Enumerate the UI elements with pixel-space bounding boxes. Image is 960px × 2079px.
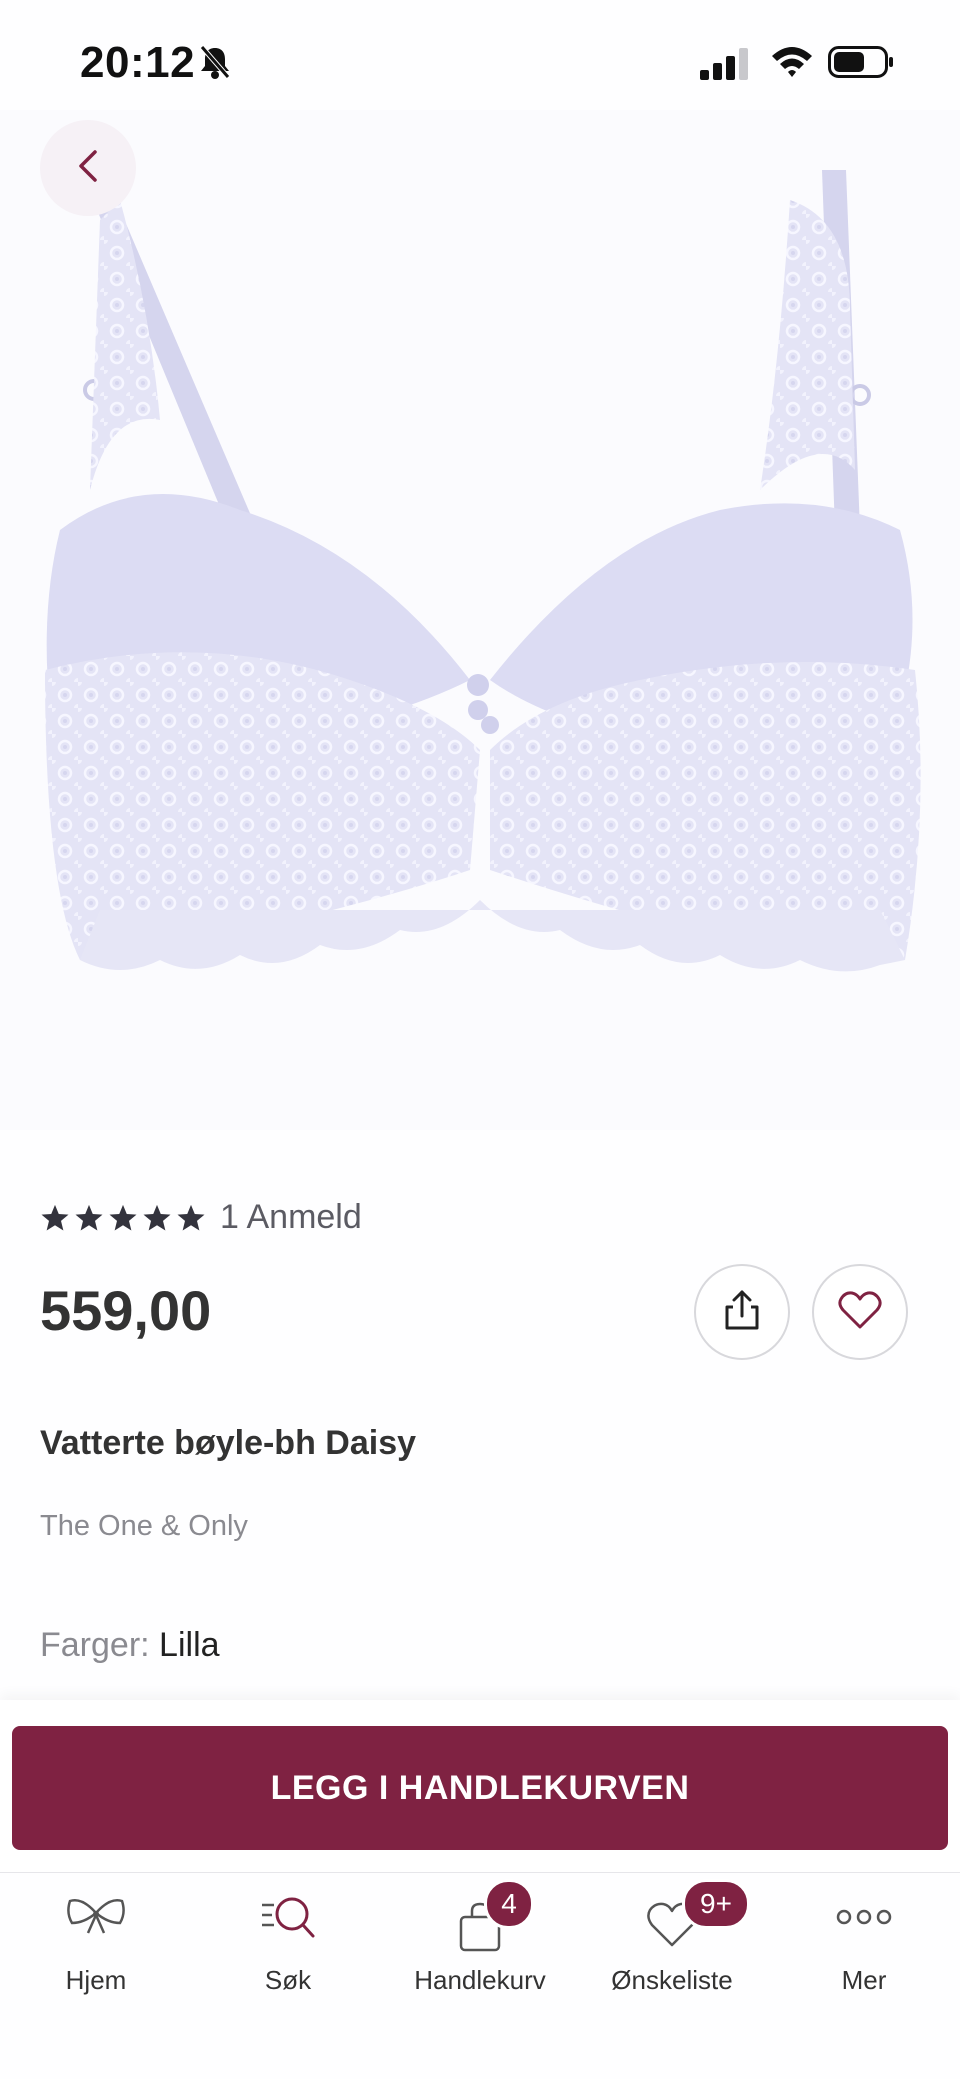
search-icon	[260, 1893, 316, 1948]
wishlist-badge: 9+	[682, 1879, 750, 1929]
product-price: 559,00	[40, 1279, 212, 1342]
star-icon	[41, 1204, 69, 1230]
product-name: Vatterte bøyle-bh Daisy	[40, 1424, 417, 1462]
bell-muted-icon	[198, 44, 232, 85]
nav-label-wishlist: Ønskeliste	[611, 1965, 733, 1995]
status-time: 20:12	[80, 38, 196, 87]
color-selector[interactable]: Farger: Lilla	[40, 1626, 220, 1665]
product-rating[interactable]: 1 Anmeld	[40, 1198, 362, 1237]
star-icon	[177, 1204, 205, 1230]
colors-label: Farger:	[40, 1626, 160, 1664]
cart-badge: 4	[484, 1879, 534, 1929]
star-icon	[143, 1204, 171, 1230]
nav-label-home: Hjem	[65, 1965, 127, 1995]
more-icon	[834, 1907, 894, 1932]
nav-item-search[interactable]: Søk	[192, 1873, 384, 2023]
nav-label-search: Søk	[264, 1965, 312, 1995]
battery-icon	[828, 46, 894, 83]
share-icon	[723, 1289, 761, 1336]
nav-item-more[interactable]: Mer	[768, 1873, 960, 2023]
product-brand[interactable]: The One & Only	[40, 1510, 248, 1543]
star-icon	[109, 1204, 137, 1230]
bottom-nav: Hjem Søk 4 Handlekurv 9+ Ønskeliste Mer	[0, 1872, 960, 2079]
nav-label-more: Mer	[841, 1965, 887, 1995]
wifi-icon	[770, 44, 814, 85]
review-count[interactable]: 1 Anmeld	[220, 1198, 362, 1237]
heart-icon	[838, 1290, 882, 1335]
chevron-left-icon	[77, 149, 99, 188]
signal-icon	[700, 48, 750, 85]
wishlist-button[interactable]	[812, 1264, 908, 1360]
nav-item-cart[interactable]: 4 Handlekurv	[384, 1873, 576, 2023]
back-button[interactable]	[40, 120, 136, 216]
share-button[interactable]	[694, 1264, 790, 1360]
add-to-cart-button[interactable]: LEGG I HANDLEKURVEN	[12, 1726, 948, 1850]
nav-label-cart: Handlekurv	[414, 1965, 546, 1995]
star-icon	[75, 1204, 103, 1230]
nav-item-home[interactable]: Hjem	[0, 1873, 192, 2023]
rating-stars	[40, 1203, 206, 1233]
nav-item-wishlist[interactable]: 9+ Ønskeliste	[576, 1873, 768, 2023]
color-value: Lilla	[159, 1626, 220, 1664]
bow-icon	[64, 1893, 128, 1942]
product-image	[0, 110, 960, 1130]
